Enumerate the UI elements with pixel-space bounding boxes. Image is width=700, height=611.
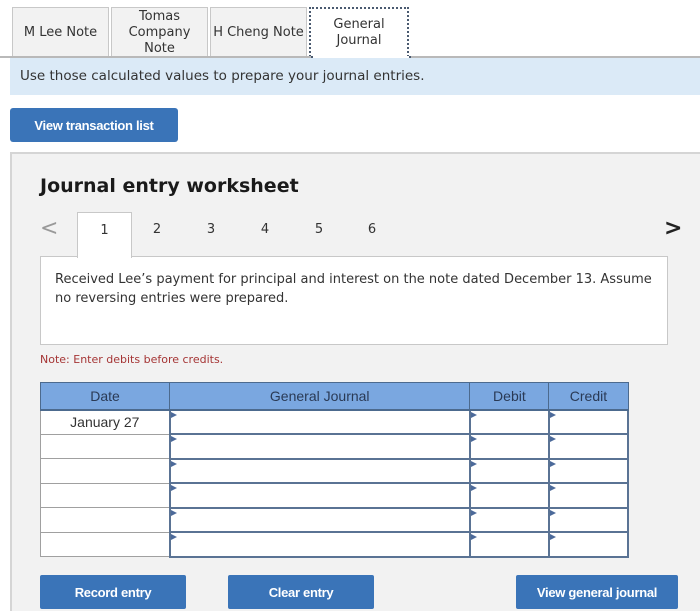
date-cell: January 27 (39, 409, 170, 435)
date-cell (39, 507, 170, 533)
credit-input-cell (547, 433, 630, 460)
table-header-row: Date General Journal Debit Credit (39, 382, 629, 411)
clear-entry-button[interactable]: Clear entry (228, 575, 374, 609)
debit-input[interactable] (470, 435, 548, 458)
general-journal-input[interactable] (170, 410, 469, 433)
page-tab-1[interactable]: 1 (77, 212, 132, 258)
general-journal-input-cell (168, 408, 471, 435)
debit-input-cell (468, 457, 550, 484)
worksheet-title: Journal entry worksheet (40, 175, 299, 197)
debit-input[interactable] (470, 410, 548, 433)
credit-input[interactable] (549, 533, 627, 556)
table-row (39, 457, 630, 484)
debit-input-cell (468, 482, 550, 509)
date-cell (39, 532, 170, 557)
view-transaction-list-button[interactable]: View transaction list (10, 108, 178, 142)
credit-input-cell (547, 506, 630, 533)
transaction-description: Received Lee’s payment for principal and… (40, 256, 668, 345)
credit-input-cell (547, 482, 630, 509)
credit-input-cell (547, 408, 630, 435)
page-tab-4[interactable]: 4 (255, 222, 275, 237)
table-row (39, 531, 630, 558)
table-row (39, 506, 630, 533)
general-journal-input-cell (168, 531, 471, 558)
header-credit: Credit (548, 382, 629, 411)
general-journal-input[interactable] (170, 533, 469, 556)
date-cell (39, 458, 170, 484)
credit-input[interactable] (549, 484, 627, 507)
header-date: Date (39, 382, 171, 411)
credit-input-cell (547, 457, 630, 484)
general-journal-input[interactable] (170, 484, 469, 507)
page-tab-6[interactable]: 6 (362, 222, 382, 237)
general-journal-input[interactable] (170, 435, 469, 458)
general-journal-input[interactable] (170, 459, 469, 482)
credit-input-cell (547, 531, 630, 558)
debit-input-cell (468, 506, 550, 533)
table-row (39, 433, 630, 460)
debit-input-cell (468, 433, 550, 460)
debit-input-cell (468, 408, 550, 435)
credit-input[interactable] (549, 410, 627, 433)
general-journal-input-cell (168, 433, 471, 460)
general-journal-input[interactable] (170, 508, 469, 531)
credit-input[interactable] (549, 508, 627, 531)
date-cell (39, 434, 170, 459)
debit-input-cell (468, 531, 550, 558)
debit-input[interactable] (470, 459, 548, 482)
credit-input[interactable] (549, 459, 627, 482)
tab-tomas-company-note[interactable]: Tomas Company Note (111, 7, 208, 57)
tab-m-lee-note[interactable]: M Lee Note (12, 7, 109, 57)
tab-h-cheng-note[interactable]: H Cheng Note (210, 7, 307, 57)
note-tabs: M Lee Note Tomas Company Note H Cheng No… (12, 7, 411, 57)
general-journal-input-cell (168, 506, 471, 533)
date-cell (39, 483, 170, 508)
debit-credit-note: Note: Enter debits before credits. (40, 353, 224, 366)
credit-input[interactable] (549, 435, 627, 458)
debit-input[interactable] (470, 508, 548, 531)
tab-general-journal[interactable]: General Journal (309, 7, 409, 57)
chevron-right-icon[interactable]: > (664, 216, 682, 241)
page-tab-5[interactable]: 5 (309, 222, 329, 237)
header-debit: Debit (469, 382, 550, 411)
instruction-banner: Use those calculated values to prepare y… (10, 58, 700, 95)
record-entry-button[interactable]: Record entry (40, 575, 186, 609)
chevron-left-icon[interactable]: < (40, 216, 58, 241)
general-journal-input-cell (168, 482, 471, 509)
debit-input[interactable] (470, 533, 548, 556)
header-general-journal: General Journal (169, 382, 471, 411)
debit-input[interactable] (470, 484, 548, 507)
transaction-description-text: Received Lee’s payment for principal and… (55, 272, 652, 306)
page-tab-3[interactable]: 3 (201, 222, 221, 237)
page-tab-label: 1 (100, 223, 109, 238)
page-tab-2[interactable]: 2 (147, 222, 167, 237)
journal-entry-table: Date General Journal Debit Credit Januar… (39, 382, 630, 558)
view-general-journal-button[interactable]: View general journal (516, 575, 678, 609)
table-row: January 27 (39, 408, 630, 435)
general-journal-input-cell (168, 457, 471, 484)
table-row (39, 482, 630, 509)
